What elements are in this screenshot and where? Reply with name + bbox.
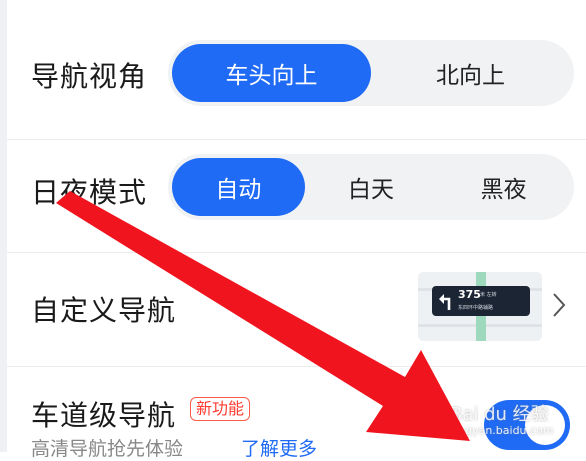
day-night-option-night[interactable]: 黑夜 <box>437 158 570 216</box>
nav-view-option-heading-up[interactable]: 车头向上 <box>172 44 371 102</box>
turn-distance: 375 <box>458 288 481 301</box>
baidu-watermark-url: jingyan.baidu.com <box>452 424 554 437</box>
divider <box>7 366 586 367</box>
turn-street: 东四环中路辅路 <box>458 305 494 311</box>
new-feature-badge: 新功能 <box>190 397 251 421</box>
left-edge-strip <box>0 0 7 452</box>
turn-unit: 米 左转 <box>480 292 497 298</box>
custom-nav-preview-thumbnail: 375 米 左转 东四环中路辅路 <box>418 272 542 341</box>
nav-view-option-north-up[interactable]: 北向上 <box>371 44 570 102</box>
turn-left-arrow-icon <box>439 294 451 310</box>
day-night-option-auto[interactable]: 自动 <box>172 158 305 216</box>
lane-nav-description: 高清导航抢先体验 <box>31 438 184 460</box>
turn-instruction-card: 375 米 左转 东四环中路辅路 <box>432 286 530 316</box>
baidu-watermark: Bai du 经验 <box>450 404 549 425</box>
nav-view-label: 导航视角 <box>31 60 148 93</box>
day-night-row: 日夜模式 自动 白天 黑夜 <box>7 140 586 252</box>
nav-view-row: 导航视角 车头向上 北向上 <box>7 0 586 140</box>
day-night-segmented-control: 自动 白天 黑夜 <box>168 154 574 220</box>
day-night-label: 日夜模式 <box>31 176 148 209</box>
lane-nav-label: 车道级导航 <box>31 399 177 432</box>
custom-nav-label: 自定义导航 <box>31 294 177 327</box>
learn-more-link[interactable]: 了解更多 <box>241 434 317 461</box>
chevron-right-icon[interactable] <box>552 292 566 318</box>
day-night-option-day[interactable]: 白天 <box>305 158 438 216</box>
nav-view-segmented-control: 车头向上 北向上 <box>168 40 574 106</box>
